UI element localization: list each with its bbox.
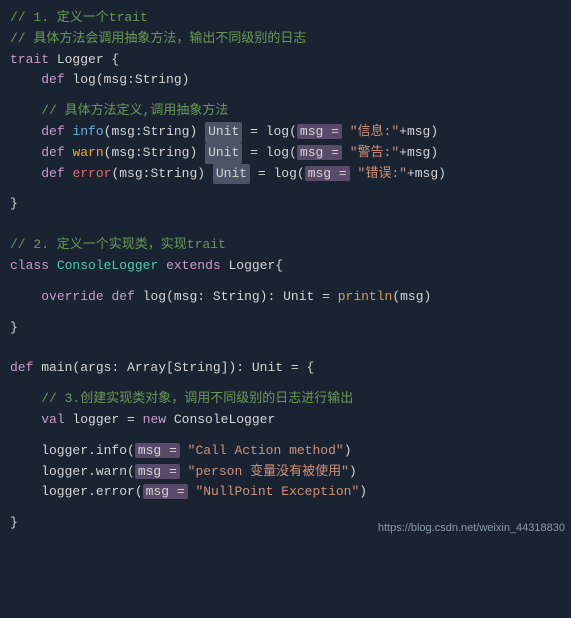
line-4: def log(msg:String) (10, 70, 561, 91)
line-error: def error(msg:String) Unit = log(msg = "… (10, 164, 561, 185)
line-close2: } (10, 318, 561, 339)
line-info: def info(msg:String) Unit = log(msg = "信… (10, 122, 561, 143)
line-comment-4: // 3.创建实现类对象，调用不同级别的日志进行输出 (10, 389, 561, 410)
line-comment-3: // 2. 定义一个实现类，实现trait (10, 235, 561, 256)
line-logger-info: logger.info(msg = "Call Action method") (10, 441, 561, 462)
line-class: class ConsoleLogger extends Logger{ (10, 256, 561, 277)
line-close1: } (10, 194, 561, 215)
line-logger-error: logger.error(msg = "NullPoint Exception"… (10, 482, 561, 503)
line-main: def main(args: Array[String]): Unit = { (10, 358, 561, 379)
line-2: // 具体方法会调用抽象方法，输出不同级别的日志 (10, 29, 561, 50)
line-logger-warn: logger.warn(msg = "person 变量没有被使用") (10, 462, 561, 483)
line-1: // 1. 定义一个trait (10, 8, 561, 29)
line-override: override def log(msg: String): Unit = pr… (10, 287, 561, 308)
line-3: trait Logger { (10, 50, 561, 71)
line-comment-2: // 具体方法定义,调用抽象方法 (10, 101, 561, 122)
watermark: https://blog.csdn.net/weixin_44318830 (378, 520, 565, 538)
code-editor: // 1. 定义一个trait // 具体方法会调用抽象方法，输出不同级别的日志… (0, 0, 571, 542)
line-warn: def warn(msg:String) Unit = log(msg = "警… (10, 143, 561, 164)
line-val: val logger = new ConsoleLogger (10, 410, 561, 431)
